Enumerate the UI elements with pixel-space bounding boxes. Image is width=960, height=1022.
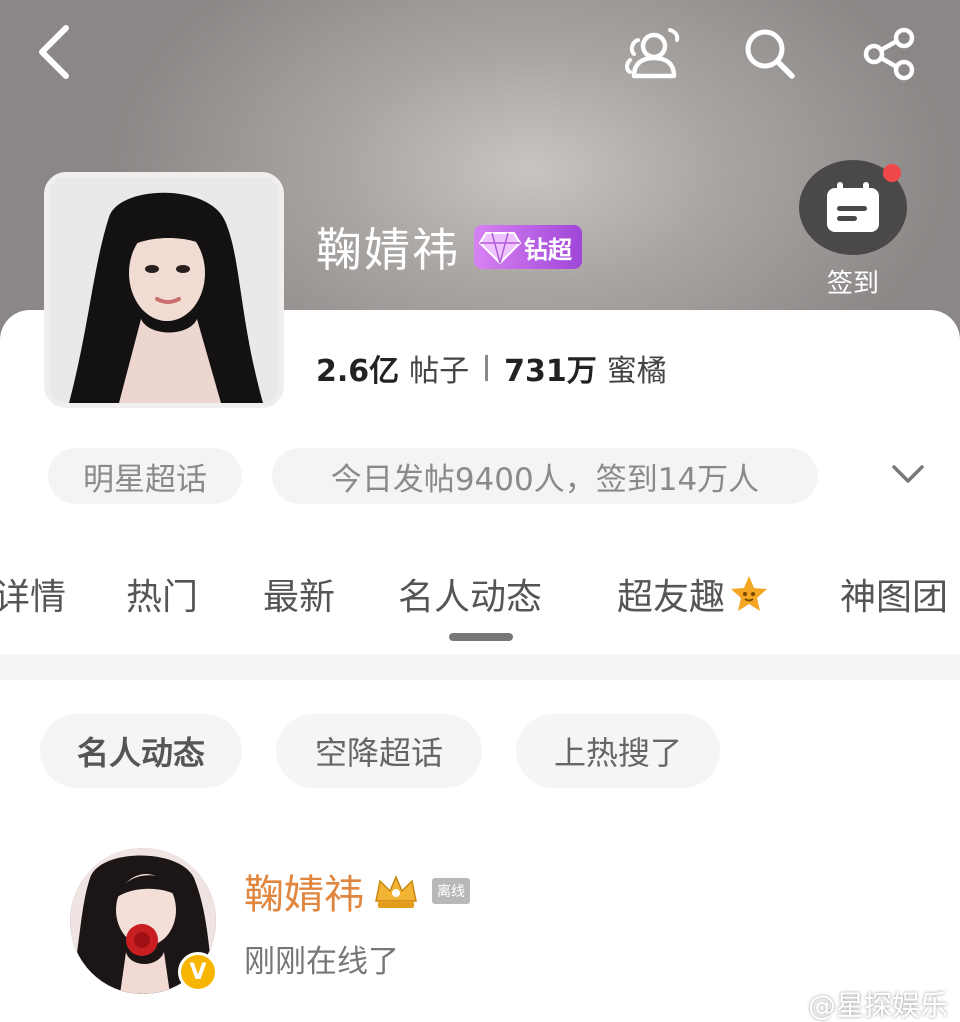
posts-count: 2.6亿 xyxy=(316,354,400,389)
active-tab-indicator xyxy=(449,633,513,641)
filter-new-topics[interactable]: 空降超话 xyxy=(276,714,482,788)
filter-celebrity-updates[interactable]: 名人动态 xyxy=(40,714,242,788)
tab-label: 热门 xyxy=(126,577,199,618)
verified-badge: V xyxy=(178,952,218,992)
notification-dot xyxy=(883,164,901,182)
back-button[interactable] xyxy=(14,12,94,92)
people-icon xyxy=(625,28,680,79)
watermark-text: @星探娱乐 xyxy=(808,989,949,1022)
checkin-label: 签到 xyxy=(826,269,879,299)
tab-details[interactable]: 详情 xyxy=(0,568,66,620)
author-row: 鞠婧祎 离线 xyxy=(244,862,470,920)
tab-label: 最新 xyxy=(263,577,336,618)
search-button[interactable] xyxy=(730,14,810,94)
stats-divider xyxy=(485,355,489,381)
offline-tag: 离线 xyxy=(432,878,470,904)
tab-label: 神图团 xyxy=(840,577,949,618)
tab-hot[interactable]: 热门 xyxy=(126,568,198,620)
chevron-down-icon xyxy=(892,465,924,483)
portrait-image xyxy=(49,177,279,403)
filter-trending[interactable]: 上热搜了 xyxy=(516,714,720,788)
tab-latest[interactable]: 最新 xyxy=(263,568,335,620)
tab-bar: 详情 热门 最新 名人动态 超友趣 神图团 xyxy=(0,568,960,630)
tab-pictures[interactable]: 神图团 xyxy=(840,568,948,620)
tab-label: 名人动态 xyxy=(398,577,543,618)
badge-text: 钻超 xyxy=(524,235,572,264)
level-badge[interactable]: 钻超 xyxy=(474,225,582,269)
posts-unit: 帖子 xyxy=(409,354,470,389)
tab-fun[interactable]: 超友趣 xyxy=(617,568,769,620)
category-chip[interactable]: 明星超话 xyxy=(48,448,242,504)
diamond-icon xyxy=(478,232,522,265)
fans-unit: 蜜橘 xyxy=(606,354,667,389)
watermark: @星探娱乐 xyxy=(808,984,948,1022)
topic-title-row: 鞠婧祎 钻超 xyxy=(316,214,582,280)
checkin-button[interactable]: 签到 xyxy=(798,160,908,300)
search-icon xyxy=(745,29,795,79)
fans-count: 731万 xyxy=(504,354,597,389)
daily-stats-chip[interactable]: 今日发帖9400人，签到14万人 xyxy=(272,448,818,504)
star-badge-icon xyxy=(731,576,768,611)
expand-button[interactable] xyxy=(880,446,936,502)
tab-celebrity-updates[interactable]: 名人动态 xyxy=(398,568,542,620)
tab-label: 详情 xyxy=(0,577,67,618)
followers-button[interactable] xyxy=(612,14,692,94)
post-status: 刚刚在线了 xyxy=(244,944,399,980)
tab-label: 超友趣 xyxy=(617,577,726,618)
chevron-left-icon xyxy=(39,25,69,79)
section-divider xyxy=(0,654,960,680)
checkin-circle xyxy=(799,160,907,255)
topic-avatar[interactable] xyxy=(44,172,284,408)
verified-v-icon: V xyxy=(189,959,207,985)
topic-stats: 2.6亿 帖子 731万 蜜橘 xyxy=(316,346,667,390)
calendar-icon xyxy=(827,181,879,232)
page-title: 鞠婧祎 xyxy=(316,223,460,277)
crown-badge-icon xyxy=(375,875,417,908)
author-name[interactable]: 鞠婧祎 xyxy=(244,862,364,920)
share-icon xyxy=(863,27,915,81)
share-button[interactable] xyxy=(850,14,930,94)
